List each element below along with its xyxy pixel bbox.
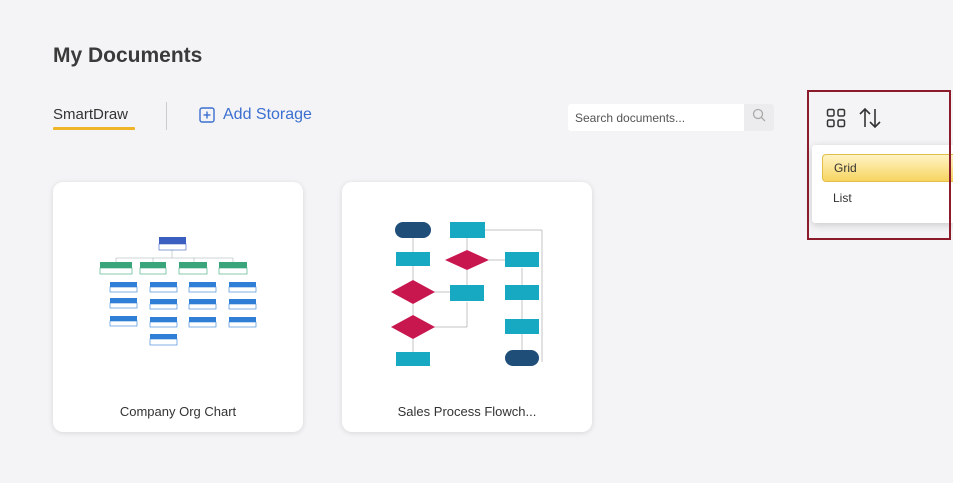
view-option-list[interactable]: List [822,184,953,212]
view-option-grid[interactable]: Grid [822,154,953,182]
sort-icon[interactable] [858,107,882,134]
view-mode-dropdown: Grid List [812,145,953,223]
add-storage-button[interactable]: Add Storage [199,106,312,124]
org-chart-thumbnail [99,237,257,346]
add-storage-label: Add Storage [223,106,312,123]
active-tab-indicator [53,127,135,130]
search-icon [752,108,766,127]
document-title: Company Org Chart [119,404,237,419]
document-title: Sales Process Flowch... [397,404,537,419]
flowchart-thumbnail [391,222,543,366]
grid-view-icon[interactable] [826,108,846,133]
search-button[interactable] [744,104,774,131]
tab-divider [166,102,167,130]
search-input[interactable] [568,104,744,131]
document-card[interactable]: Company Org Chart [53,182,303,432]
tab-smartdraw[interactable]: SmartDraw [53,106,128,123]
page-title: My Documents [53,44,203,67]
plus-square-icon [199,107,215,123]
document-card[interactable]: Sales Process Flowch... [342,182,592,432]
